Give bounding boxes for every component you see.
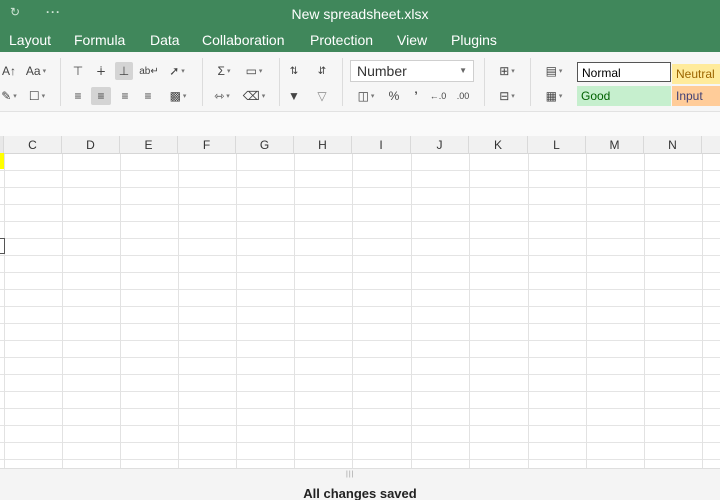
borders-icon[interactable]: ☐ ▾ [24,87,50,105]
insert-cells-icon[interactable]: ⊞ ▾ [494,62,520,80]
menu-layout[interactable]: Layout [9,32,51,48]
named-ranges-icon[interactable]: ▭ ▾ [240,62,268,80]
cell-grid[interactable] [0,154,720,468]
clear-icon[interactable]: ⌫ ▾ [240,87,268,105]
status-bar: All changes saved [0,480,720,500]
filter-icon[interactable]: ▼ [286,87,302,105]
document-title: New spreadsheet.xlsx [291,6,429,22]
column-headers: C D E F G H I J K L M N [0,136,720,154]
menu-view[interactable]: View [397,32,427,48]
sum-icon[interactable]: Σ ▾ [212,62,236,80]
drag-handle-icon[interactable]: ||| [346,471,354,478]
format-as-table-icon[interactable]: ▦ ▾ [540,87,568,105]
column-header-l[interactable]: L [528,136,586,154]
sort-ascending-icon[interactable]: ⇅ [286,62,302,80]
merge-cells-icon[interactable]: ▩ ▾ [164,87,192,105]
save-status: All changes saved [303,486,417,500]
column-header-f[interactable]: F [178,136,236,154]
delete-cells-icon[interactable]: ⊟ ▾ [494,87,520,105]
align-top-icon[interactable]: ⊤ [70,62,86,80]
number-format-select[interactable]: Number ▼ [350,60,474,82]
column-header-g[interactable]: G [236,136,294,154]
menu-plugins[interactable]: Plugins [451,32,497,48]
horizontal-splitter[interactable]: ||| [0,468,720,480]
style-neutral[interactable]: Neutral [672,64,720,84]
spreadsheet-app: ↻ ··· New spreadsheet.xlsx Layout Formul… [0,0,720,500]
style-normal[interactable]: Normal [577,62,671,82]
column-header-c[interactable]: C [4,136,62,154]
fill-color-icon[interactable]: ✎ ▾ [0,87,18,105]
column-header-m[interactable]: M [586,136,644,154]
column-header-k[interactable]: K [469,136,528,154]
column-header-n[interactable]: N [644,136,702,154]
justify-icon[interactable]: ≡ [140,87,156,105]
chevron-down-icon: ▼ [459,66,467,75]
active-cell[interactable] [0,238,5,254]
column-header-e[interactable]: E [120,136,178,154]
decrease-decimal-icon[interactable]: ←.0 [430,87,447,105]
wrap-text-icon[interactable]: ab↵ [139,62,159,80]
percent-button[interactable]: % [386,87,402,105]
menu-formula[interactable]: Formula [74,32,125,48]
toolbar: A↑ Aa ▾ ⊤ ∔ ⊥ ab↵ ➚ ▾ Σ ▾ ▭ ▾ ⇅ ⇵ Number ▼ ⊞… [0,52,720,112]
menu-protection[interactable]: Protection [310,32,373,48]
align-middle-icon[interactable]: ∔ [93,62,109,80]
style-input[interactable]: Input [672,86,720,106]
align-center-icon[interactable]: ≡ [91,87,111,105]
text-orientation-icon[interactable]: ➚ ▾ [164,62,190,80]
menu-bar: Layout Formula Data Collaboration Protec… [0,28,720,52]
align-left-icon[interactable]: ≡ [70,87,86,105]
menu-collaboration[interactable]: Collaboration [202,32,285,48]
font-case-icon[interactable]: Aa ▾ [22,62,50,80]
style-good[interactable]: Good [577,86,671,106]
column-header-j[interactable]: J [411,136,469,154]
comma-style-button[interactable]: ’ [408,87,424,105]
align-right-icon[interactable]: ≡ [117,87,133,105]
insert-function-icon[interactable]: ⇿ ▾ [210,87,234,105]
sort-descending-icon[interactable]: ⇵ [314,62,330,80]
column-header-i[interactable]: I [352,136,411,154]
menu-data[interactable]: Data [150,32,180,48]
increase-font-icon[interactable]: A↑ [2,62,16,80]
clear-filter-icon[interactable]: ▽ [314,87,330,105]
align-bottom-icon[interactable]: ⊥ [115,62,133,80]
column-header-d[interactable]: D [62,136,120,154]
currency-icon[interactable]: ◫ ▾ [352,87,380,105]
increase-decimal-icon[interactable]: .00 [454,87,472,105]
highlighted-cell[interactable] [0,153,4,169]
number-format-value: Number [357,63,407,79]
title-bar: ↻ ··· New spreadsheet.xlsx [0,0,720,28]
formula-bar-area [0,112,720,136]
conditional-format-icon[interactable]: ▤ ▾ [540,62,568,80]
column-header-h[interactable]: H [294,136,352,154]
